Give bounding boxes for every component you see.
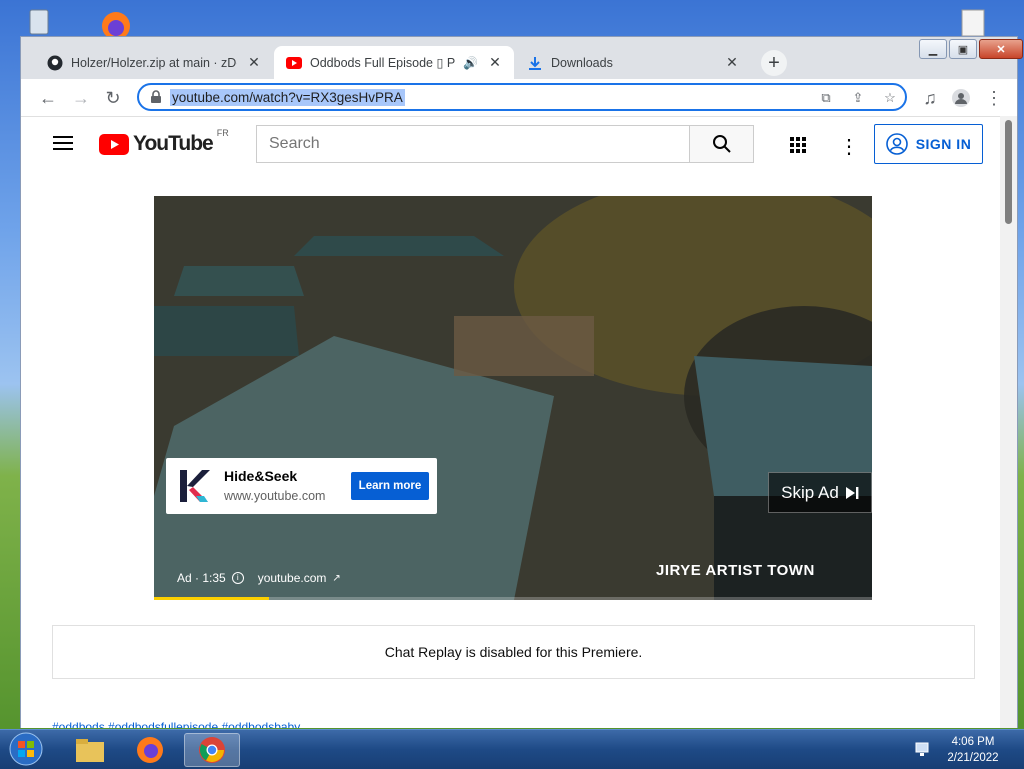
info-icon[interactable]: i bbox=[231, 572, 244, 584]
close-tab-icon[interactable]: ✕ bbox=[723, 54, 741, 72]
advertiser-logo bbox=[174, 466, 214, 506]
start-button[interactable] bbox=[6, 730, 46, 768]
reload-button[interactable]: ↻ bbox=[102, 87, 124, 109]
recycle-bin-icon[interactable] bbox=[22, 6, 56, 36]
close-window-button[interactable]: ✕ bbox=[979, 39, 1023, 59]
chat-replay-panel: Chat Replay is disabled for this Premier… bbox=[52, 625, 975, 679]
taskbar-chrome[interactable] bbox=[184, 733, 240, 767]
tab-title: Oddbods Full Episode ▯ Pop bbox=[310, 56, 456, 70]
new-tab-button[interactable]: + bbox=[761, 50, 787, 76]
ad-progress-fill bbox=[154, 597, 269, 600]
taskbar-explorer[interactable] bbox=[62, 733, 118, 767]
profile-icon[interactable] bbox=[950, 87, 972, 109]
maximize-button[interactable]: ▣ bbox=[949, 39, 977, 59]
share-icon[interactable]: ⇪ bbox=[849, 89, 867, 107]
video-caption: JIRYE ARTIST TOWN bbox=[656, 562, 815, 579]
youtube-header: YouTube FR Search ⋮ SIGN IN bbox=[21, 117, 1001, 173]
youtube-logo-text: YouTube bbox=[133, 132, 214, 155]
settings-more-icon[interactable]: ⋮ bbox=[839, 134, 859, 159]
ad-progress-bar[interactable] bbox=[154, 597, 872, 600]
clock-time: 4:06 PM bbox=[951, 736, 995, 748]
tab-title: Holzer/Holzer.zip at main · zDon bbox=[71, 55, 237, 70]
window-controls: ▁ ▣ ✕ bbox=[917, 39, 1023, 59]
chrome-icon bbox=[199, 737, 225, 763]
chrome-menu-icon[interactable]: ⋮ bbox=[983, 87, 1005, 109]
page-scrollbar[interactable] bbox=[1000, 116, 1017, 728]
search-icon bbox=[712, 135, 731, 153]
youtube-page: YouTube FR Search ⋮ SIGN IN Hide&Seek ww… bbox=[21, 117, 1001, 728]
ad-source-link[interactable]: youtube.com bbox=[258, 571, 327, 585]
tab-title: Downloads bbox=[551, 55, 613, 70]
document-desktop-icon[interactable] bbox=[956, 8, 990, 38]
lock-icon[interactable] bbox=[149, 90, 163, 104]
firefox-desktop-icon[interactable] bbox=[94, 6, 138, 40]
tab-github[interactable]: Holzer/Holzer.zip at main · zDon ✕ bbox=[35, 46, 273, 79]
youtube-logo-icon bbox=[99, 133, 129, 155]
apps-grid-icon[interactable] bbox=[789, 136, 807, 154]
bookmark-star-icon[interactable]: ☆ bbox=[881, 89, 899, 107]
clock-date: 2/21/2022 bbox=[947, 752, 999, 764]
tab-youtube[interactable]: Oddbods Full Episode ▯ Pop 🔊 ✕ bbox=[274, 46, 514, 79]
media-control-icon[interactable]: ♫ bbox=[919, 87, 941, 109]
tab-strip: Holzer/Holzer.zip at main · zDon ✕ Oddbo… bbox=[21, 37, 1023, 79]
search-input[interactable]: Search bbox=[256, 125, 690, 163]
youtube-logo[interactable]: YouTube FR bbox=[99, 128, 229, 156]
firefox-icon bbox=[137, 737, 163, 763]
skip-next-icon bbox=[845, 486, 859, 499]
video-hashtags[interactable]: #oddbods #oddbodsfullepisode #oddbodsbab… bbox=[52, 720, 300, 728]
minimize-button[interactable]: ▁ bbox=[919, 39, 947, 59]
video-frame-image bbox=[154, 196, 872, 600]
close-tab-icon[interactable]: ✕ bbox=[486, 54, 504, 72]
download-icon bbox=[529, 56, 541, 70]
youtube-icon bbox=[286, 56, 302, 69]
advertiser-name[interactable]: Hide&Seek bbox=[224, 468, 297, 484]
region-code: FR bbox=[216, 128, 229, 138]
folder-icon bbox=[76, 739, 104, 762]
close-tab-icon[interactable]: ✕ bbox=[245, 54, 263, 72]
forward-button[interactable]: → bbox=[70, 87, 92, 109]
ad-info-bar: Ad · 1:35 i youtube.com ↗ bbox=[177, 571, 341, 585]
video-player[interactable]: Hide&Seek www.youtube.com Learn more Ski… bbox=[154, 196, 872, 600]
hamburger-menu-icon[interactable] bbox=[53, 135, 73, 151]
github-icon bbox=[47, 55, 63, 70]
sign-in-button[interactable]: SIGN IN bbox=[874, 124, 983, 164]
back-button[interactable]: ← bbox=[37, 87, 59, 109]
speaker-icon[interactable]: 🔊 bbox=[463, 56, 478, 70]
open-in-app-icon[interactable]: ⧉ bbox=[817, 89, 835, 107]
chat-replay-message: Chat Replay is disabled for this Premier… bbox=[384, 644, 643, 660]
windows-logo-icon bbox=[9, 732, 43, 766]
skip-ad-button[interactable]: Skip Ad bbox=[768, 472, 872, 513]
search-button[interactable] bbox=[690, 125, 754, 163]
learn-more-button[interactable]: Learn more bbox=[351, 472, 429, 500]
advertiser-domain[interactable]: www.youtube.com bbox=[224, 489, 325, 503]
windows-taskbar: 4:06 PM 2/21/2022 bbox=[0, 729, 1024, 769]
scrollbar-thumb[interactable] bbox=[1005, 120, 1012, 224]
ad-label: Ad · 1:35 bbox=[177, 571, 226, 585]
skip-ad-label: Skip Ad bbox=[781, 482, 839, 502]
tab-downloads[interactable]: Downloads ✕ bbox=[515, 46, 751, 79]
external-link-icon[interactable]: ↗ bbox=[332, 573, 340, 584]
taskbar-firefox[interactable] bbox=[122, 733, 178, 767]
browser-toolbar: ← → ↻ youtube.com/watch?v=RX3gesHvPRA ⧉ … bbox=[21, 79, 1017, 117]
sign-in-label: SIGN IN bbox=[915, 136, 972, 152]
address-bar[interactable]: youtube.com/watch?v=RX3gesHvPRA ⧉ ⇪ ☆ bbox=[137, 83, 907, 111]
ad-card[interactable]: Hide&Seek www.youtube.com Learn more bbox=[166, 458, 437, 514]
account-icon bbox=[885, 133, 908, 155]
url-text[interactable]: youtube.com/watch?v=RX3gesHvPRA bbox=[170, 89, 405, 106]
chrome-window: Holzer/Holzer.zip at main · zDon ✕ Oddbo… bbox=[20, 36, 1023, 728]
taskbar-clock[interactable]: 4:06 PM 2/21/2022 bbox=[928, 734, 1018, 766]
